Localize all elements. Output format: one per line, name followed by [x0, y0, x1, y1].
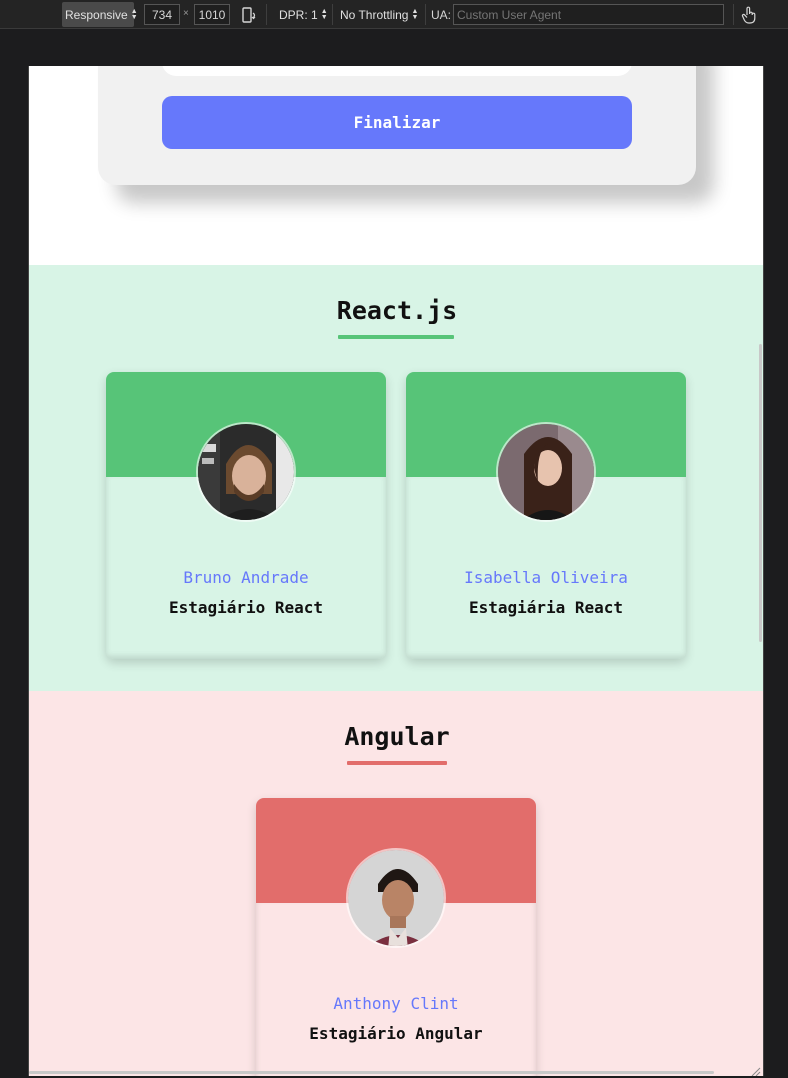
title-underline — [347, 761, 447, 765]
resize-grip-icon[interactable] — [749, 1062, 761, 1076]
viewport-width-input[interactable]: 734 — [144, 4, 180, 25]
avatar — [196, 422, 296, 522]
toolbar-divider — [425, 4, 426, 25]
toolbar-divider — [733, 4, 734, 25]
dpr-select[interactable]: DPR: 1 ▲ ▼ — [276, 2, 331, 27]
toolbar-divider — [332, 4, 333, 25]
section-title: React.js — [336, 296, 458, 325]
horizontal-scrollbar[interactable] — [29, 1071, 714, 1074]
throttling-select[interactable]: No Throttling ▲ ▼ — [337, 2, 421, 27]
dpr-label: DPR: 1 — [279, 7, 318, 22]
vertical-scrollbar[interactable] — [759, 344, 762, 642]
touch-icon[interactable] — [740, 5, 758, 25]
angular-team-section: Angular Anthony Clint Estagiário Angular — [29, 691, 763, 1076]
signup-form-card: Finalizar — [98, 66, 696, 185]
section-title: Angular — [344, 722, 450, 751]
member-name: Isabella Oliveira — [464, 568, 628, 587]
user-agent-label: UA: — [431, 8, 452, 22]
member-role: Estagiário Angular — [309, 1024, 483, 1043]
react-team-section: React.js Bruno Andrade Estagiário React … — [29, 265, 763, 691]
toolbar-divider — [266, 4, 267, 25]
finalize-button[interactable]: Finalizar — [162, 96, 632, 149]
member-card: Bruno Andrade Estagiário React — [106, 372, 386, 659]
device-mode-label: Responsive — [65, 7, 128, 22]
member-role: Estagiário React — [168, 598, 324, 617]
avatar — [496, 422, 596, 522]
form-text-field[interactable] — [162, 66, 632, 76]
member-name: Anthony Clint — [333, 994, 459, 1013]
viewport-height-input[interactable]: 1010 — [194, 4, 230, 25]
select-arrows-icon: ▲ ▼ — [320, 7, 328, 21]
device-mode-select[interactable]: Responsive ▲ ▼ — [62, 2, 138, 27]
avatar — [346, 848, 446, 948]
dimension-separator: × — [183, 8, 189, 19]
member-card: Anthony Clint Estagiário Angular — [256, 798, 536, 1076]
rotate-icon[interactable] — [240, 6, 258, 24]
member-card: Isabella Oliveira Estagiária React — [406, 372, 686, 659]
member-name: Bruno Andrade — [183, 568, 309, 587]
emulated-viewport: Finalizar React.js Bruno Andrade Estagiá… — [28, 66, 764, 1076]
member-role: Estagiária React — [468, 598, 624, 617]
select-arrows-icon: ▲ ▼ — [411, 7, 419, 21]
title-underline — [338, 335, 454, 339]
user-agent-input[interactable] — [453, 4, 724, 25]
throttling-label: No Throttling — [340, 7, 409, 22]
select-arrows-icon: ▲ ▼ — [130, 7, 138, 21]
devtools-device-toolbar: Responsive ▲ ▼ 734 × 1010 DPR: 1 ▲ ▼ No Th… — [0, 0, 788, 29]
